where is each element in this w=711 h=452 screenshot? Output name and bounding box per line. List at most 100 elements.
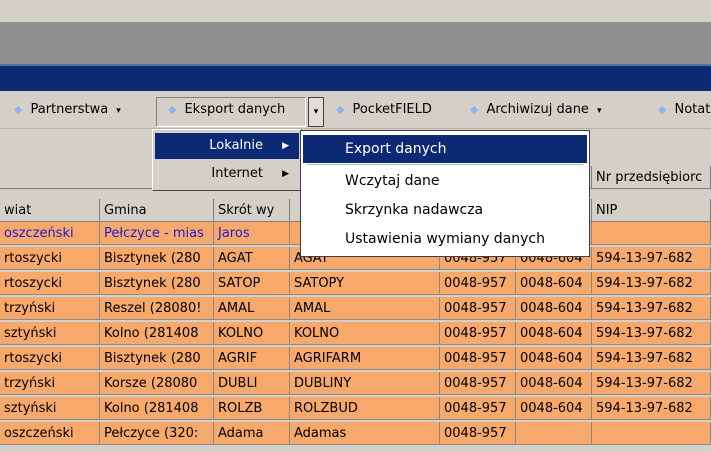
cell-nazwa[interactable]: SATOPY [290, 272, 440, 295]
menu-item-export-danych[interactable]: Export danych [303, 135, 587, 163]
cell-nazwa[interactable]: AMAL [290, 297, 440, 320]
cell-nazwa[interactable]: KOLNO [290, 322, 440, 345]
group-header-nr-przedsiebiorcy: Nr przedsiębiorc [592, 166, 711, 189]
cell-powiat[interactable]: sztyński [0, 322, 100, 345]
submenu-arrow-icon: ▶ [282, 141, 289, 151]
ribbon-header-band [0, 64, 711, 91]
title-bar [0, 0, 711, 22]
toolbar-label: PocketFIELD [352, 102, 432, 117]
column-header-powiat[interactable]: wiat [0, 199, 100, 222]
cell-col5[interactable]: 0048-957 [440, 297, 516, 320]
cell-skrot[interactable]: Adama [214, 422, 290, 445]
toolbar-label: Partnerstwa [30, 102, 109, 117]
cell-nazwa[interactable]: ROLZBUD [290, 397, 440, 420]
cell-nazwa[interactable]: Adamas [290, 422, 440, 445]
submenu-arrow-icon: ▶ [282, 169, 289, 179]
table-row[interactable]: oszczeński Pełczyce (320: Adama Adamas 0048-… [0, 422, 711, 445]
table-row[interactable]: trzyński Korsze (28080 DUBLI DUBLINY 0048-95… [0, 372, 711, 395]
table-row[interactable]: sztyński Kolno (281408 ROLZB ROLZBUD 0048-95… [0, 397, 711, 420]
chevron-down-icon: ▾ [116, 106, 121, 116]
menu-item-label: Lokalnie [209, 138, 263, 153]
menu-separator [307, 164, 583, 165]
cell-skrot[interactable]: AMAL [214, 297, 290, 320]
cell-nip[interactable] [592, 422, 711, 445]
cell-powiat[interactable]: trzyński [0, 297, 100, 320]
menu-item-wczytaj-dane[interactable]: Wczytaj dane [303, 167, 587, 195]
app-header-band [0, 22, 711, 64]
cell-gmina[interactable]: Bisztynek (280 [100, 272, 214, 295]
cell-powiat[interactable]: rtoszycki [0, 347, 100, 370]
cell-skrot[interactable]: DUBLI [214, 372, 290, 395]
cell-skrot[interactable]: ROLZB [214, 397, 290, 420]
cell-gmina[interactable]: Bisztynek (280 [100, 247, 214, 270]
cell-col5[interactable]: 0048-957 [440, 397, 516, 420]
cell-col6[interactable]: 0048-604 [516, 397, 592, 420]
cell-powiat[interactable]: oszczeński [0, 422, 100, 445]
cell-col5[interactable]: 0048-957 [440, 322, 516, 345]
cell-col6[interactable]: 0048-604 [516, 272, 592, 295]
cell-gmina[interactable]: Kolno (281408 [100, 322, 214, 345]
cell-skrot[interactable]: SATOP [214, 272, 290, 295]
toolbar-archiwizuj-dane[interactable]: ◆ Archiwizuj dane ▾ [470, 91, 601, 129]
cell-nip[interactable]: 594-13-97-682 [592, 297, 711, 320]
bullet-icon: ◆ [470, 103, 479, 116]
menu-item-ustawienia-wymiany[interactable]: Ustawienia wymiany danych [303, 225, 587, 253]
cell-gmina[interactable]: Reszel (28080! [100, 297, 214, 320]
cell-nip[interactable]: 594-13-97-682 [592, 372, 711, 395]
menu-item-lokalnie[interactable]: Lokalnie ▶ [155, 133, 299, 159]
toolbar-label: Archiwizuj dane [486, 102, 589, 117]
table-row[interactable]: trzyński Reszel (28080! AMAL AMAL 0048-957 00… [0, 297, 711, 320]
column-header-nip[interactable]: NIP [592, 199, 711, 222]
cell-col6[interactable]: 0048-604 [516, 347, 592, 370]
bullet-icon: ◆ [336, 103, 345, 116]
cell-gmina[interactable]: Bisztynek (280 [100, 347, 214, 370]
cell-gmina[interactable]: Kolno (281408 [100, 397, 214, 420]
column-header-gmina[interactable]: Gmina [100, 199, 214, 222]
lokalnie-submenu: Export danych Wczytaj dane Skrzynka nada… [300, 130, 590, 257]
column-header-skrot[interactable]: Skrót wy [214, 199, 290, 222]
eksport-pressed-frame [156, 97, 306, 127]
cell-nazwa[interactable]: AGRIFARM [290, 347, 440, 370]
cell-skrot[interactable]: AGRIF [214, 347, 290, 370]
chevron-down-icon: ▾ [313, 107, 319, 117]
cell-powiat[interactable]: rtoszycki [0, 247, 100, 270]
cell-col6[interactable]: 0048-604 [516, 372, 592, 395]
cell-nazwa[interactable]: DUBLINY [290, 372, 440, 395]
menu-item-skrzynka-nadawcza[interactable]: Skrzynka nadawcza [303, 196, 587, 224]
cell-col5[interactable]: 0048-957 [440, 422, 516, 445]
cell-nip[interactable]: 594-13-97-682 [592, 247, 711, 270]
cell-powiat[interactable]: trzyński [0, 372, 100, 395]
cell-col5[interactable]: 0048-957 [440, 272, 516, 295]
cell-powiat[interactable]: oszczeński [0, 222, 100, 245]
cell-powiat[interactable]: rtoszycki [0, 272, 100, 295]
cell-col6[interactable] [516, 422, 592, 445]
eksport-dropdown-button[interactable]: ▾ [308, 97, 324, 127]
toolbar-notatki[interactable]: ◆ Notat [658, 91, 710, 129]
table-row[interactable]: rtoszycki Bisztynek (280 AGRIF AGRIFARM 0048… [0, 347, 711, 370]
cell-col5[interactable]: 0048-957 [440, 372, 516, 395]
cell-col6[interactable]: 0048-604 [516, 297, 592, 320]
cell-gmina[interactable]: Pełczyce (320: [100, 422, 214, 445]
table-row[interactable]: rtoszycki Bisztynek (280 SATOP SATOPY 0048-9… [0, 272, 711, 295]
toolbar-partnerstwa[interactable]: ◆ Partnerstwa ▾ [14, 91, 121, 129]
cell-gmina[interactable]: Korsze (28080 [100, 372, 214, 395]
menu-item-internet[interactable]: Internet ▶ [155, 161, 299, 187]
eksport-menu: Lokalnie ▶ Internet ▶ [152, 129, 302, 191]
cell-skrot[interactable]: Jaros [214, 222, 290, 245]
cell-nip[interactable]: 594-13-97-682 [592, 347, 711, 370]
cell-nip[interactable]: 594-13-97-682 [592, 322, 711, 345]
cell-powiat[interactable]: sztyński [0, 397, 100, 420]
table-row[interactable]: sztyński Kolno (281408 KOLNO KOLNO 0048-957 0… [0, 322, 711, 345]
toolbar-pocketfield[interactable]: ◆ PocketFIELD [336, 91, 432, 129]
cell-nip[interactable] [592, 222, 711, 245]
cell-nip[interactable]: 594-13-97-682 [592, 272, 711, 295]
cell-col6[interactable]: 0048-604 [516, 322, 592, 345]
menu-item-label: Internet [211, 166, 263, 181]
toolbar-label: Notat [674, 102, 711, 117]
cell-skrot[interactable]: AGAT [214, 247, 290, 270]
cell-skrot[interactable]: KOLNO [214, 322, 290, 345]
cell-nip[interactable]: 594-13-97-682 [592, 397, 711, 420]
main-toolbar: ◆ Partnerstwa ▾ ◆ Eksport danych ◆ PocketFIE… [0, 91, 711, 129]
cell-gmina[interactable]: Pełczyce - mias [100, 222, 214, 245]
cell-col5[interactable]: 0048-957 [440, 347, 516, 370]
